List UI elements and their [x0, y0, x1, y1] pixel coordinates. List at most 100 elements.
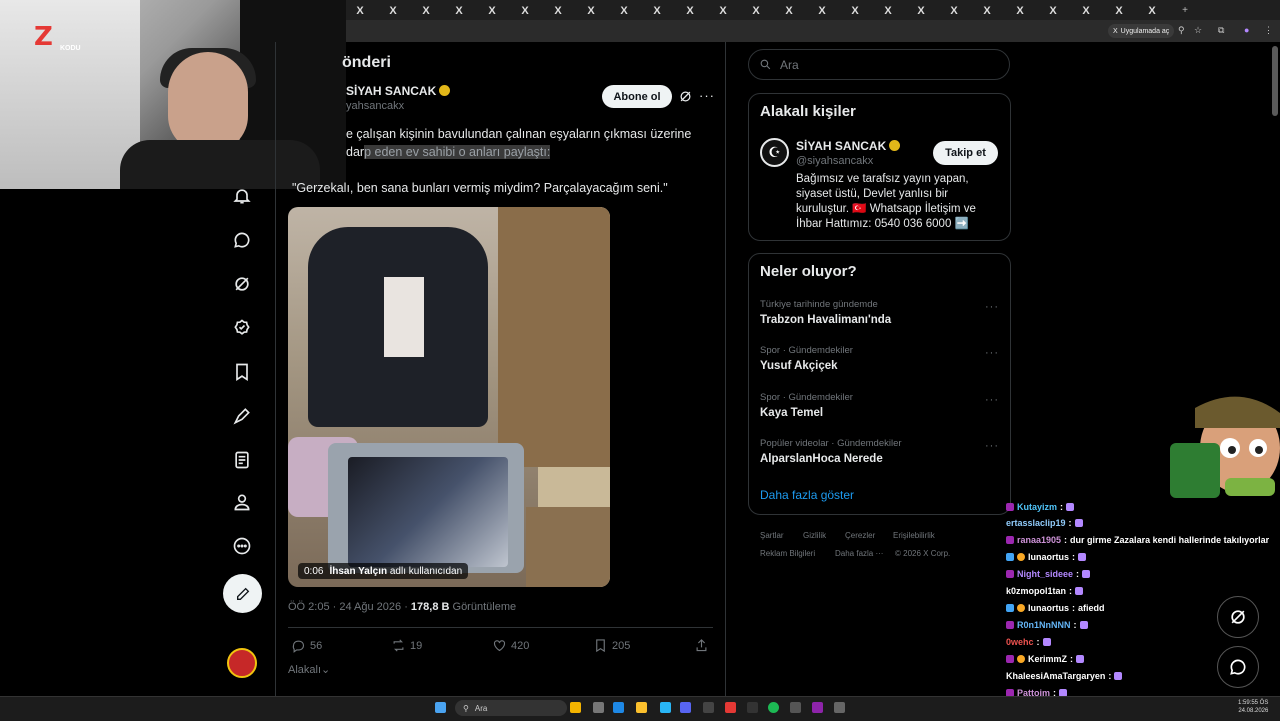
- browser-tab[interactable]: X: [548, 3, 568, 18]
- footer-link[interactable]: Reklam Bilgileri: [760, 549, 815, 558]
- related-dropdown[interactable]: Alakalı⌄: [288, 663, 330, 676]
- chat-username[interactable]: k0zmopol1tan: [1006, 586, 1066, 596]
- post-more-icon[interactable]: ···: [699, 88, 715, 103]
- compose-post-button[interactable]: [223, 574, 262, 613]
- app-icon[interactable]: [790, 702, 801, 713]
- person-name[interactable]: SİYAH SANCAK: [796, 139, 901, 153]
- zoom-icon[interactable]: ⚲: [1178, 25, 1185, 36]
- bookmarks-icon[interactable]: [230, 360, 254, 384]
- articles-icon[interactable]: [230, 448, 254, 472]
- footer-link[interactable]: Gizlilik: [803, 531, 826, 540]
- chat-username[interactable]: ranaa1905: [1017, 535, 1061, 545]
- browser-tab[interactable]: X: [581, 3, 601, 18]
- browser-tab[interactable]: X: [713, 3, 733, 18]
- browser-tab[interactable]: X: [515, 3, 535, 18]
- browser-tab[interactable]: X: [1142, 3, 1162, 18]
- app-icon[interactable]: [834, 702, 845, 713]
- browser-tab[interactable]: X: [449, 3, 469, 18]
- trend-more-icon[interactable]: ···: [985, 347, 999, 359]
- menu-icon[interactable]: ⋮: [1264, 25, 1273, 36]
- bookmark-button[interactable]: 205: [593, 638, 630, 653]
- show-more-link[interactable]: Daha fazla göster: [760, 488, 854, 502]
- browser-tab[interactable]: X: [680, 3, 700, 18]
- app-icon[interactable]: [812, 702, 823, 713]
- reply-button[interactable]: 56: [291, 638, 322, 653]
- browser-tab[interactable]: X: [977, 3, 997, 18]
- trend-more-icon[interactable]: ···: [985, 440, 999, 452]
- follow-button[interactable]: Takip et: [933, 141, 998, 165]
- browser-tab[interactable]: X: [812, 3, 832, 18]
- person-avatar[interactable]: ☪: [760, 138, 789, 167]
- browser-tab[interactable]: X: [1043, 3, 1063, 18]
- page-scrollbar[interactable]: [1272, 46, 1278, 116]
- footer-link[interactable]: Şartlar: [760, 531, 784, 540]
- chat-username[interactable]: KerimmZ: [1028, 654, 1067, 664]
- start-icon[interactable]: [435, 702, 446, 713]
- profile-nav-icon[interactable]: [230, 490, 254, 514]
- footer-link[interactable]: Çerezler: [845, 531, 875, 540]
- chat-username[interactable]: R0n1NnNNN: [1017, 620, 1071, 630]
- chat-username[interactable]: ertasslaclip19: [1006, 518, 1066, 528]
- chat-username[interactable]: lunaortus: [1028, 552, 1069, 562]
- chat-username[interactable]: KhaleesiAmaTargaryen: [1006, 671, 1105, 681]
- open-in-app-button[interactable]: X Uygulamada aç: [1108, 24, 1175, 38]
- browser-tab[interactable]: X: [845, 3, 865, 18]
- account-avatar[interactable]: [227, 648, 257, 678]
- browser-tab[interactable]: X: [1010, 3, 1030, 18]
- discord-icon[interactable]: [680, 702, 691, 713]
- chat-username[interactable]: Night_sideee: [1017, 569, 1073, 579]
- browser-tab[interactable]: X: [383, 3, 403, 18]
- repost-button[interactable]: 19: [391, 638, 422, 653]
- grok-icon[interactable]: [678, 89, 693, 104]
- more-nav-icon[interactable]: [230, 534, 254, 558]
- browser-tab[interactable]: X: [647, 3, 667, 18]
- verified-orgs-icon[interactable]: [230, 316, 254, 340]
- app-icon[interactable]: [725, 702, 736, 713]
- trend-name[interactable]: Trabzon Havalimanı'nda: [760, 314, 891, 326]
- star-icon[interactable]: ☆: [1194, 25, 1202, 36]
- share-button[interactable]: [694, 638, 709, 653]
- browser-tab[interactable]: X: [482, 3, 502, 18]
- subscribe-button[interactable]: Abone ol: [602, 85, 672, 108]
- chat-username[interactable]: Kutayizm: [1017, 502, 1057, 512]
- notifications-icon[interactable]: [230, 184, 254, 208]
- taskbar-search[interactable]: ⚲ Ara: [455, 700, 567, 716]
- browser-tab[interactable]: X: [416, 3, 436, 18]
- grok-icon[interactable]: [230, 272, 254, 296]
- app-icon[interactable]: [747, 702, 758, 713]
- person-handle[interactable]: @siyahsancakx: [796, 155, 873, 167]
- browser-tab[interactable]: X: [746, 3, 766, 18]
- video-credit[interactable]: İhsan Yalçın adlı kullanıcıdan: [329, 566, 462, 577]
- edge-icon[interactable]: [613, 702, 624, 713]
- messages-float-button[interactable]: [1217, 646, 1259, 688]
- footer-link[interactable]: Daha fazla ···: [835, 549, 883, 558]
- search-input[interactable]: Ara: [748, 49, 1010, 80]
- browser-tab[interactable]: X: [911, 3, 931, 18]
- app-icon[interactable]: [593, 702, 604, 713]
- chat-username[interactable]: 0wehc: [1006, 637, 1034, 647]
- browser-tab[interactable]: X: [350, 3, 370, 18]
- browser-tab[interactable]: X: [779, 3, 799, 18]
- browser-tab[interactable]: X: [614, 3, 634, 18]
- browser-tab[interactable]: X: [878, 3, 898, 18]
- browser-tab[interactable]: X: [1076, 3, 1096, 18]
- app-icon[interactable]: [660, 702, 671, 713]
- post-video[interactable]: [288, 207, 610, 587]
- like-button[interactable]: 420: [492, 638, 529, 653]
- jobs-icon[interactable]: [230, 404, 254, 428]
- trend-name[interactable]: Kaya Temel: [760, 407, 823, 419]
- footer-link[interactable]: Erişilebilirlik: [893, 531, 935, 540]
- browser-tab[interactable]: X: [944, 3, 964, 18]
- trend-more-icon[interactable]: ···: [985, 394, 999, 406]
- profile-icon[interactable]: ●: [1244, 25, 1249, 35]
- trend-more-icon[interactable]: ···: [985, 301, 999, 313]
- chrome-icon[interactable]: [570, 702, 581, 713]
- extensions-icon[interactable]: ⧉: [1218, 25, 1224, 36]
- app-icon[interactable]: [703, 702, 714, 713]
- author-name[interactable]: SİYAH SANCAK: [346, 84, 451, 98]
- spotify-icon[interactable]: [768, 702, 779, 713]
- trend-name[interactable]: AlparslanHoca Nerede: [760, 453, 883, 465]
- grok-float-button[interactable]: [1217, 596, 1259, 638]
- folder-icon[interactable]: [636, 702, 647, 713]
- chat-username[interactable]: lunaortus: [1028, 603, 1069, 613]
